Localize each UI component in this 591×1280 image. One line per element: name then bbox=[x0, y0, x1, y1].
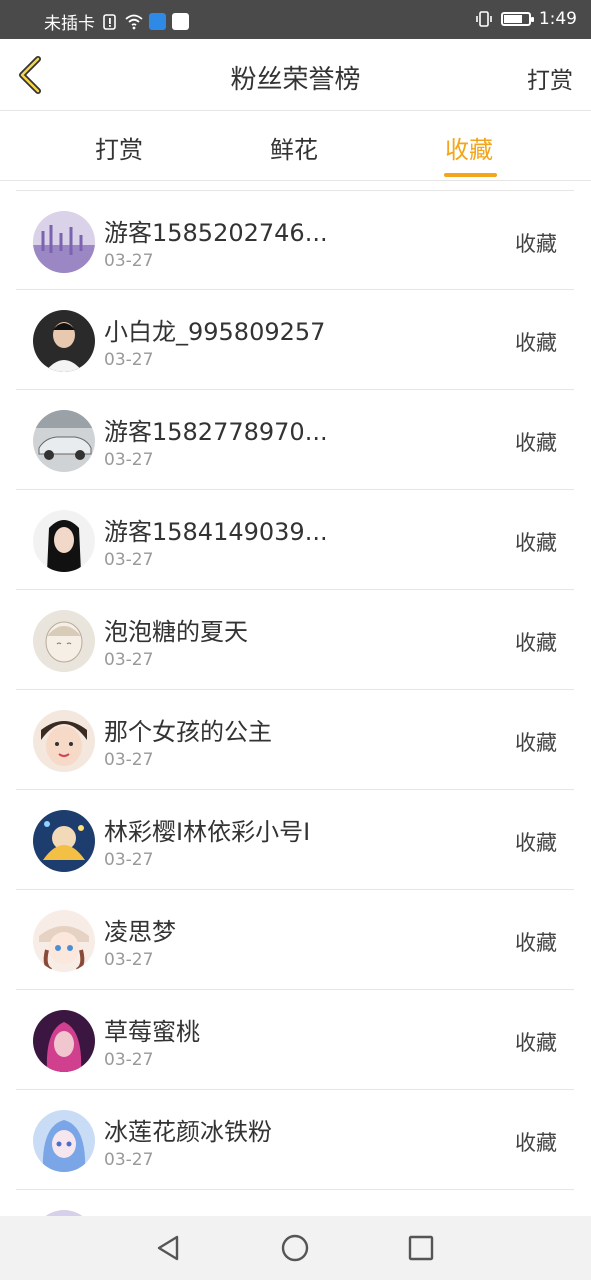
list-item[interactable]: 小白龙_995809257 03-27 收藏 bbox=[16, 290, 574, 390]
fan-date: 03-27 bbox=[104, 950, 154, 970]
fan-action-label: 收藏 bbox=[515, 232, 557, 256]
clock-text: 1:49 bbox=[538, 9, 577, 29]
fan-action-label: 收藏 bbox=[515, 931, 557, 955]
reward-action-button[interactable]: 打赏 bbox=[527, 61, 573, 95]
fan-name: 游客1585202746... bbox=[104, 219, 328, 247]
fan-date: 03-27 bbox=[104, 251, 154, 271]
avatar bbox=[33, 810, 95, 872]
avatar bbox=[33, 1110, 95, 1172]
top-bar: 粉丝荣誉榜 打赏 bbox=[0, 39, 591, 111]
fan-action-label: 收藏 bbox=[515, 631, 557, 655]
app-notification-icon bbox=[149, 13, 166, 30]
list-item[interactable] bbox=[16, 1190, 574, 1216]
wifi-icon bbox=[125, 14, 143, 29]
fan-date: 03-27 bbox=[104, 1150, 154, 1170]
fan-date: 03-27 bbox=[104, 750, 154, 770]
avatar bbox=[33, 1010, 95, 1072]
fan-date: 03-27 bbox=[104, 450, 154, 470]
fan-name: 凌思梦 bbox=[104, 918, 176, 946]
status-right: 1:49 bbox=[475, 9, 577, 29]
tab-favorites[interactable]: 收藏 bbox=[445, 130, 493, 165]
carrier-text: 未插卡 bbox=[44, 14, 95, 34]
system-nav-bar bbox=[0, 1216, 591, 1280]
fan-action-label: 收藏 bbox=[515, 331, 557, 355]
fan-name: 那个女孩的公主 bbox=[104, 718, 272, 746]
fan-name: 游客1582778970... bbox=[104, 418, 328, 446]
list-item[interactable]: 游客1582778970... 03-27 收藏 bbox=[16, 390, 574, 490]
fan-name: 冰莲花颜冰铁粉 bbox=[104, 1118, 272, 1146]
avatar bbox=[33, 710, 95, 772]
fan-action-label: 收藏 bbox=[515, 431, 557, 455]
avatar bbox=[33, 410, 95, 472]
list-item[interactable]: 游客1585202746... 03-27 收藏 bbox=[16, 190, 574, 290]
vibrate-icon bbox=[476, 11, 492, 27]
list-item[interactable]: 冰莲花颜冰铁粉 03-27 收藏 bbox=[16, 1090, 574, 1190]
fan-name: 草莓蜜桃 bbox=[104, 1018, 200, 1046]
list-item[interactable]: 凌思梦 03-27 收藏 bbox=[16, 890, 574, 990]
tab-flowers[interactable]: 鲜花 bbox=[270, 130, 318, 165]
fan-name: 游客1584149039... bbox=[104, 518, 328, 546]
page-title: 粉丝荣誉榜 bbox=[230, 65, 361, 95]
list-item[interactable]: 那个女孩的公主 03-27 收藏 bbox=[16, 690, 574, 790]
status-bar: 未插卡 1:49 bbox=[0, 0, 591, 39]
avatar bbox=[33, 610, 95, 672]
fan-date: 03-27 bbox=[104, 550, 154, 570]
circle-home-icon[interactable] bbox=[279, 1232, 311, 1264]
fan-action-label: 收藏 bbox=[515, 1131, 557, 1155]
fan-action-label: 收藏 bbox=[515, 731, 557, 755]
fan-name: 林彩樱I林依彩小号I bbox=[104, 818, 311, 846]
fan-name: 小白龙_995809257 bbox=[104, 318, 326, 346]
avatar bbox=[33, 510, 95, 572]
avatar bbox=[33, 211, 95, 273]
list-item[interactable]: 游客1584149039... 03-27 收藏 bbox=[16, 490, 574, 590]
avatar bbox=[33, 310, 95, 372]
active-tab-indicator bbox=[444, 173, 497, 177]
fan-action-label: 收藏 bbox=[515, 831, 557, 855]
triangle-back-icon[interactable] bbox=[153, 1232, 185, 1264]
fan-date: 03-27 bbox=[104, 1050, 154, 1070]
fan-action-label: 收藏 bbox=[515, 1031, 557, 1055]
list-item[interactable]: 草莓蜜桃 03-27 收藏 bbox=[16, 990, 574, 1090]
sim-alert-icon bbox=[103, 13, 116, 30]
fan-name: 泡泡糖的夏天 bbox=[104, 618, 248, 646]
status-left: 未插卡 bbox=[44, 9, 189, 34]
avatar bbox=[33, 910, 95, 972]
list-item[interactable]: 泡泡糖的夏天 03-27 收藏 bbox=[16, 590, 574, 690]
app-notification-icon-2 bbox=[172, 13, 189, 30]
tab-reward[interactable]: 打赏 bbox=[95, 130, 143, 165]
list-item[interactable]: 林彩樱I林依彩小号I 03-27 收藏 bbox=[16, 790, 574, 890]
fan-date: 03-27 bbox=[104, 350, 154, 370]
fan-list: 游客1585202746... 03-27 收藏 小白龙_995809257 0… bbox=[0, 181, 591, 1216]
fan-date: 03-27 bbox=[104, 850, 154, 870]
fan-date: 03-27 bbox=[104, 650, 154, 670]
battery-icon bbox=[500, 12, 534, 26]
square-recents-icon[interactable] bbox=[405, 1232, 437, 1264]
fan-action-label: 收藏 bbox=[515, 531, 557, 555]
tab-bar: 打赏 鲜花 收藏 bbox=[0, 111, 591, 181]
